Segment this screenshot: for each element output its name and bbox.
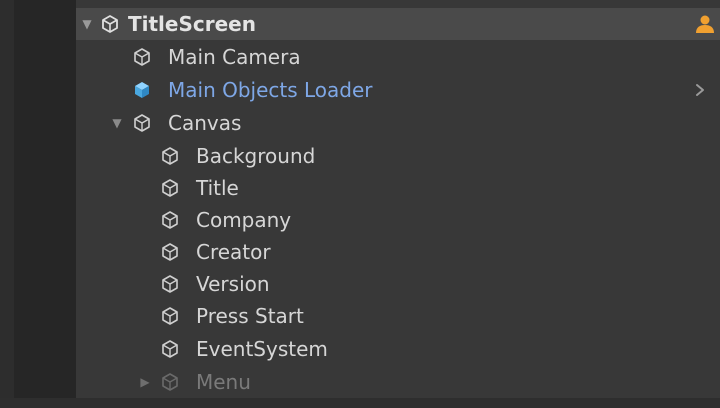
gameobject-cube-icon [162,373,178,391]
expand-arrow-icon[interactable]: ▼ [110,107,124,139]
hierarchy-item-label: EventSystem [196,337,328,361]
hierarchy-item-menu[interactable]: ▶ Menu [76,366,710,398]
gameobject-cube-icon [162,307,178,325]
hierarchy-item-label: Version [196,272,270,296]
hierarchy-item-label: Company [196,208,292,232]
hierarchy-item-background[interactable]: Background [76,140,710,172]
hierarchy-item-label: Menu [196,370,251,394]
hierarchy-item-company[interactable]: Company [76,204,710,236]
hierarchy-item-main-camera[interactable]: Main Camera [76,41,710,73]
scene-row[interactable]: ▼ TitleScreen 1 [76,8,720,40]
scene-name: TitleScreen [128,12,256,36]
gameobject-cube-icon [134,114,150,132]
hierarchy-item-label: Press Start [196,304,304,328]
left-gutter [0,0,14,408]
hierarchy-item-eventsystem[interactable]: EventSystem [76,333,710,365]
gameobject-cube-icon [162,179,178,197]
expand-arrow-icon[interactable]: ▼ [80,8,94,40]
hierarchy-item-label: Title [196,176,239,200]
indent-band [14,0,76,408]
collaborator-badge[interactable]: 1 [694,14,720,34]
hierarchy-item-creator[interactable]: Creator [76,236,710,268]
hierarchy-item-label: Main Camera [168,45,301,69]
collapse-arrow-icon[interactable]: ▶ [138,366,152,398]
gameobject-cube-icon [162,243,178,261]
user-icon [696,15,714,33]
hierarchy-item-label: Creator [196,240,271,264]
hierarchy-item-canvas[interactable]: ▼ Canvas [76,107,710,139]
hierarchy-item-title[interactable]: Title [76,172,710,204]
gameobject-cube-icon [162,147,178,165]
hierarchy-item-press-start[interactable]: Press Start [76,300,710,332]
unity-scene-icon [102,15,118,33]
hierarchy-item-label: Main Objects Loader [168,78,373,102]
gameobject-cube-icon [162,340,178,358]
chevron-right-icon[interactable] [692,82,708,98]
hierarchy-item-label: Canvas [168,111,242,135]
panel-bottom-edge [0,398,720,408]
hierarchy-item-version[interactable]: Version [76,268,710,300]
hierarchy-item-main-objects-loader[interactable]: Main Objects Loader [76,74,720,106]
gameobject-cube-icon [162,211,178,229]
hierarchy-item-label: Background [196,144,316,168]
hierarchy-panel: ▼ TitleScreen 1 Main Camera [0,0,720,408]
gameobject-cube-icon [134,48,150,66]
gameobject-cube-icon [162,275,178,293]
prefab-cube-icon [135,82,149,98]
